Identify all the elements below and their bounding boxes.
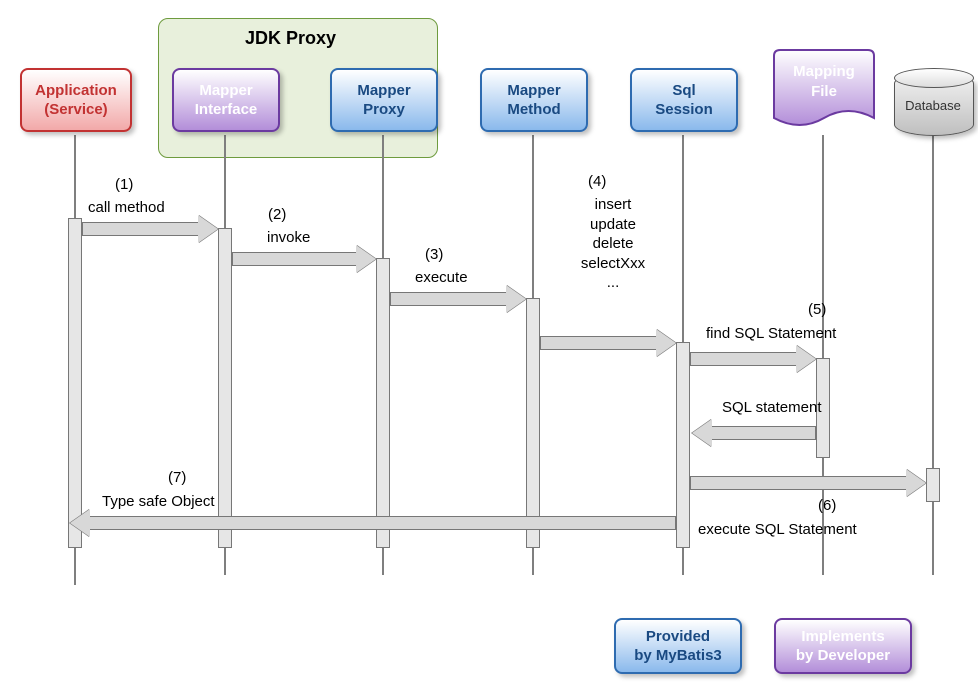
- step6-number: (6): [818, 496, 836, 516]
- participant-mapper-interface: Mapper Interface: [172, 68, 280, 132]
- arrow-3-head: [506, 285, 526, 313]
- step5-number: (5): [808, 300, 826, 320]
- lifeline-db: [932, 135, 934, 575]
- participant-sql-session: Sql Session: [630, 68, 738, 132]
- participant-sql-session-label: Sql Session: [655, 81, 713, 120]
- participant-database-label: Database: [894, 98, 972, 113]
- activation-method: [526, 298, 540, 548]
- arrow-6: [690, 476, 908, 490]
- participant-application-label: Application (Service): [35, 81, 117, 120]
- step3-label: execute: [415, 268, 468, 288]
- participant-mapper-interface-label: Mapper Interface: [195, 81, 258, 120]
- arrow-6-head: [906, 469, 926, 497]
- step4-label: insert update delete selectXxx ...: [558, 195, 668, 293]
- arrow-5-head: [796, 345, 816, 373]
- participant-mapper-proxy: Mapper Proxy: [330, 68, 438, 132]
- arrow-5-return-head: [692, 419, 712, 447]
- step1-number: (1): [115, 175, 133, 195]
- arrow-7-head: [70, 509, 90, 537]
- arrow-4-head: [656, 329, 676, 357]
- activation-app: [68, 218, 82, 548]
- step2-label: invoke: [267, 228, 310, 248]
- step5-label: find SQL Statement: [706, 324, 836, 344]
- step1-label: call method: [88, 198, 165, 218]
- step7-number: (7): [168, 468, 186, 488]
- arrow-1: [82, 222, 200, 236]
- participant-application: Application (Service): [20, 68, 132, 132]
- activation-proxy: [376, 258, 390, 548]
- participant-mapper-proxy-label: Mapper Proxy: [357, 81, 410, 120]
- sequence-diagram: JDK Proxy Application (Service) Mapper I…: [0, 0, 978, 693]
- activation-db: [926, 468, 940, 502]
- activation-session: [676, 342, 690, 548]
- arrow-3: [390, 292, 508, 306]
- step7-label: Type safe Object: [102, 492, 215, 512]
- arrow-2: [232, 252, 358, 266]
- step2-number: (2): [268, 205, 286, 225]
- participant-mapper-method-label: Mapper Method: [507, 81, 560, 120]
- arrow-5-return: [710, 426, 816, 440]
- step3-number: (3): [425, 245, 443, 265]
- step4-number: (4): [588, 172, 606, 192]
- arrow-7: [88, 516, 676, 530]
- arrow-1-head: [198, 215, 218, 243]
- database-top-icon: [894, 68, 974, 88]
- legend-developed: Implements by Developer: [774, 618, 912, 674]
- legend-provided: Provided by MyBatis3: [614, 618, 742, 674]
- step6-label: execute SQL Statement: [698, 520, 857, 540]
- jdk-proxy-label: JDK Proxy: [245, 28, 336, 49]
- legend-provided-label: Provided by MyBatis3: [634, 627, 722, 666]
- activation-iface: [218, 228, 232, 548]
- step5-return-label: SQL statement: [722, 398, 822, 418]
- arrow-5: [690, 352, 798, 366]
- participant-mapper-method: Mapper Method: [480, 68, 588, 132]
- arrow-2-head: [356, 245, 376, 273]
- legend-developed-label: Implements by Developer: [796, 627, 890, 666]
- participant-mapping-file-label: Mapping File: [782, 62, 866, 101]
- arrow-4: [540, 336, 658, 350]
